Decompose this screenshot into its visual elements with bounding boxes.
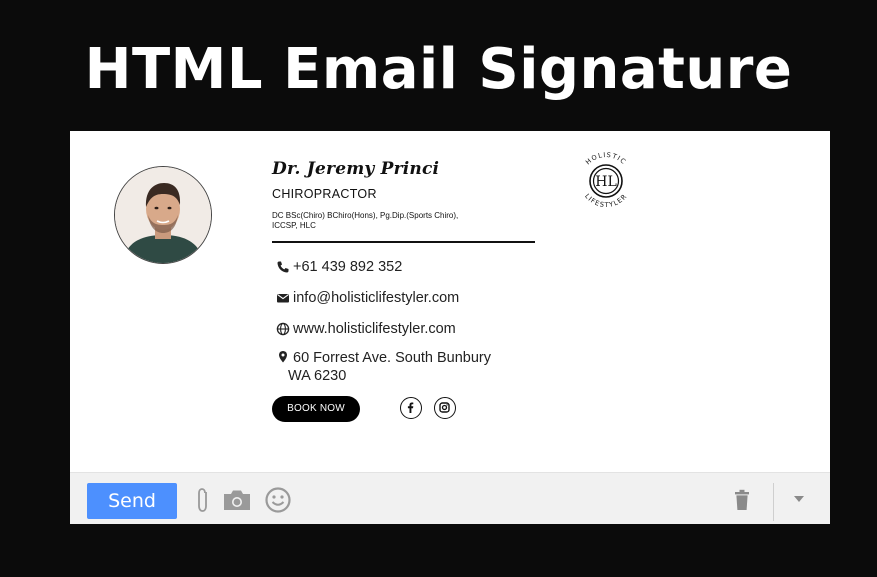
phone-row[interactable]: +61 439 892 352 (276, 259, 402, 275)
address-line-1: 60 Forrest Ave. South Bunbury (293, 350, 492, 366)
camera-icon[interactable] (221, 488, 253, 512)
email-text: info@holisticlifestyler.com (293, 290, 460, 306)
signature-qualifications: DC BSc(Chiro) BChiro(Hons), Pg.Dip.(Spor… (272, 211, 459, 230)
headline: HTML Email Signature (84, 37, 793, 102)
website-text: www.holisticlifestyler.com (293, 321, 456, 337)
smiley-icon[interactable] (264, 486, 292, 514)
phone-text: +61 439 892 352 (293, 259, 403, 275)
website-row[interactable]: www.holisticlifestyler.com (276, 321, 456, 337)
location-pin-icon (276, 350, 290, 364)
compose-window: Dr. Jeremy Princi CHIROPRACTOR DC BSc(Ch… (70, 131, 830, 524)
phone-icon (276, 260, 290, 274)
portrait-image (115, 167, 211, 263)
book-now-button[interactable]: BOOK NOW (272, 396, 360, 422)
address-row: 60 Forrest Ave. South Bunbury WA 6230 (276, 349, 491, 385)
signature-role: CHIROPRACTOR (272, 187, 377, 201)
svg-text:HOLISTIC: HOLISTIC (584, 151, 628, 166)
facebook-icon[interactable] (400, 397, 422, 419)
svg-text:HL: HL (595, 174, 617, 190)
send-button[interactable]: Send (87, 483, 177, 519)
paperclip-icon[interactable] (194, 486, 214, 514)
compose-toolbar: Send (70, 472, 830, 524)
address-line-2: WA 6230 (288, 368, 347, 384)
toolbar-separator (773, 483, 774, 521)
instagram-icon[interactable] (434, 397, 456, 419)
envelope-icon (276, 291, 290, 305)
globe-icon (276, 322, 290, 336)
avatar (114, 166, 212, 264)
holistic-lifestyler-logo: HL HOLISTIC LIFESTYLER (570, 145, 642, 217)
signature-divider (272, 241, 535, 243)
trash-icon[interactable] (734, 489, 750, 511)
svg-text:LIFESTYLER: LIFESTYLER (583, 192, 629, 209)
email-row[interactable]: info@holisticlifestyler.com (276, 290, 459, 306)
dropdown-arrow-icon[interactable] (793, 495, 805, 503)
signature-name: Dr. Jeremy Princi (272, 159, 440, 179)
